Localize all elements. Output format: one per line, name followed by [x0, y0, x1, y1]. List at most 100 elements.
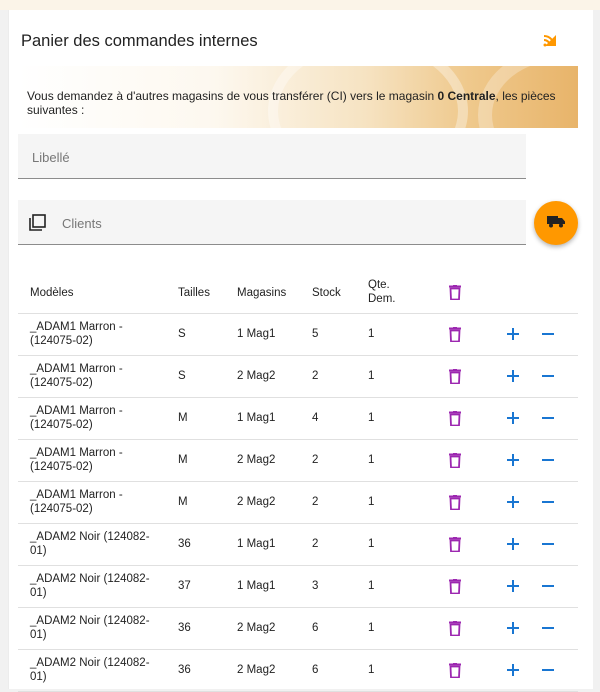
cell-stock: 6 [312, 622, 319, 634]
info-banner: Vous demandez à d'autres magasins de vou… [18, 66, 578, 128]
header-stock: Stock [312, 287, 341, 299]
cell-store: 2 Mag2 [237, 622, 276, 634]
banner-text: Vous demandez à d'autres magasins de vou… [27, 89, 567, 117]
cell-qty: 1 [368, 580, 375, 592]
plus-icon [507, 412, 519, 424]
cell-size: S [178, 370, 186, 382]
libelle-input[interactable] [30, 134, 514, 180]
cell-size: S [178, 328, 186, 340]
page-title: Panier des commandes internes [21, 32, 258, 50]
delete-row-button[interactable] [445, 660, 465, 680]
cell-qty: 1 [368, 496, 375, 508]
cell-model: _ADAM1 Marron - (124075-02) [30, 363, 123, 389]
table-row: _ADAM1 Marron - (124075-02) M 1 Mag1 4 1 [18, 398, 578, 440]
clients-input[interactable] [60, 200, 504, 246]
minus-icon [542, 333, 554, 335]
decrease-qty-button[interactable] [538, 492, 558, 512]
minus-icon [542, 375, 554, 377]
header-model: Modèles [30, 287, 74, 299]
trash-icon [449, 326, 461, 342]
delete-row-button[interactable] [445, 408, 465, 428]
minus-icon [542, 627, 554, 629]
increase-qty-button[interactable] [503, 492, 523, 512]
decrease-qty-button[interactable] [538, 366, 558, 386]
cell-qty: 1 [368, 454, 375, 466]
plus-icon [507, 622, 519, 634]
table-header: Modèles Tailles Magasins Stock Qte. Dem. [18, 270, 578, 314]
clients-field [18, 200, 526, 246]
trash-icon [449, 284, 461, 300]
cell-size: 37 [178, 580, 191, 592]
delete-row-button[interactable] [445, 492, 465, 512]
decrease-qty-button[interactable] [538, 534, 558, 554]
cell-size: M [178, 412, 188, 424]
minus-icon [542, 585, 554, 587]
plus-icon [507, 370, 519, 382]
cell-model: _ADAM2 Noir (124082-01) [30, 615, 150, 641]
cell-qty: 1 [368, 538, 375, 550]
decrease-qty-button[interactable] [538, 576, 558, 596]
increase-qty-button[interactable] [503, 660, 523, 680]
table-row: _ADAM2 Noir (124082-01) 37 1 Mag1 3 1 [18, 566, 578, 608]
increase-qty-button[interactable] [503, 324, 523, 344]
trash-icon [449, 536, 461, 552]
transfer-button[interactable] [534, 201, 578, 245]
delete-row-button[interactable] [445, 324, 465, 344]
order-table: Modèles Tailles Magasins Stock Qte. Dem.… [18, 270, 578, 692]
cell-size: M [178, 496, 188, 508]
decrease-qty-button[interactable] [538, 660, 558, 680]
increase-qty-button[interactable] [503, 534, 523, 554]
delete-row-button[interactable] [445, 366, 465, 386]
delete-row-button[interactable] [445, 576, 465, 596]
trash-icon [449, 494, 461, 510]
cart-panel: Panier des commandes internes Vous deman… [8, 10, 593, 692]
table-row: _ADAM1 Marron - (124075-02) M 2 Mag2 2 1 [18, 482, 578, 524]
delete-row-button[interactable] [445, 450, 465, 470]
cell-stock: 5 [312, 328, 319, 340]
copy-icon[interactable] [29, 214, 46, 231]
banner-store-name: 0 Centrale [437, 89, 496, 103]
decrease-qty-button[interactable] [538, 324, 558, 344]
cell-stock: 2 [312, 454, 319, 466]
table-row: _ADAM1 Marron - (124075-02) M 2 Mag2 2 1 [18, 440, 578, 482]
rss-icon[interactable] [542, 32, 558, 48]
cell-stock: 6 [312, 664, 319, 676]
cell-qty: 1 [368, 328, 375, 340]
cell-store: 1 Mag1 [237, 412, 276, 424]
increase-qty-button[interactable] [503, 576, 523, 596]
header-size: Tailles [178, 287, 210, 299]
plus-icon [507, 538, 519, 550]
cell-store: 1 Mag1 [237, 580, 276, 592]
trash-icon [449, 452, 461, 468]
table-row: _ADAM1 Marron - (124075-02) S 1 Mag1 5 1 [18, 314, 578, 356]
cell-model: _ADAM1 Marron - (124075-02) [30, 447, 123, 473]
increase-qty-button[interactable] [503, 450, 523, 470]
increase-qty-button[interactable] [503, 366, 523, 386]
delete-all-button[interactable] [445, 282, 465, 302]
table-row: _ADAM2 Noir (124082-01) 36 2 Mag2 6 1 [18, 650, 578, 692]
cell-store: 2 Mag2 [237, 664, 276, 676]
increase-qty-button[interactable] [503, 618, 523, 638]
cell-size: 36 [178, 538, 191, 550]
delete-row-button[interactable] [445, 534, 465, 554]
cell-store: 1 Mag1 [237, 328, 276, 340]
trash-icon [449, 578, 461, 594]
minus-icon [542, 417, 554, 419]
cell-store: 1 Mag1 [237, 538, 276, 550]
cell-model: _ADAM1 Marron - (124075-02) [30, 321, 123, 347]
trash-icon [449, 662, 461, 678]
table-row: _ADAM1 Marron - (124075-02) S 2 Mag2 2 1 [18, 356, 578, 398]
decrease-qty-button[interactable] [538, 450, 558, 470]
cell-store: 2 Mag2 [237, 454, 276, 466]
cell-model: _ADAM1 Marron - (124075-02) [30, 489, 123, 515]
header-store: Magasins [237, 287, 287, 299]
decrease-qty-button[interactable] [538, 618, 558, 638]
delete-row-button[interactable] [445, 618, 465, 638]
table-row: _ADAM2 Noir (124082-01) 36 1 Mag1 2 1 [18, 524, 578, 566]
trash-icon [449, 620, 461, 636]
trash-icon [449, 410, 461, 426]
cell-store: 2 Mag2 [237, 496, 276, 508]
increase-qty-button[interactable] [503, 408, 523, 428]
decrease-qty-button[interactable] [538, 408, 558, 428]
plus-icon [507, 580, 519, 592]
